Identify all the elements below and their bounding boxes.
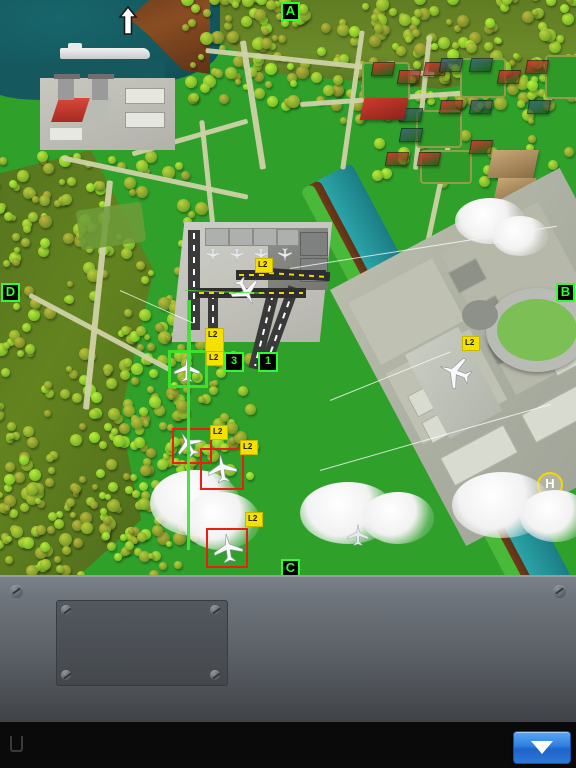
- panel-screw-tr: [553, 585, 566, 598]
- edge-marker-b[interactable]: B: [556, 283, 575, 302]
- panel-screw-tl: [10, 585, 23, 598]
- drag-handle-icon[interactable]: [10, 736, 23, 752]
- selection-box-alert-2[interactable]: [200, 448, 244, 490]
- marker-tag-L2-runway-label: L2: [208, 330, 218, 339]
- edge-marker-a[interactable]: A: [281, 2, 300, 21]
- map-viewport[interactable]: H L2 3 1 L2 L2 L2 L2 L2 L2 A B C D: [0, 0, 576, 575]
- triangle-down-icon: [531, 741, 553, 754]
- edge-marker-d[interactable]: D: [1, 283, 20, 302]
- marker-tag-alert-3[interactable]: L2: [245, 512, 263, 527]
- selection-box-alert-3[interactable]: [206, 528, 248, 568]
- marker-tag-alert-2[interactable]: L2: [240, 440, 258, 455]
- marker-tag-L2-city-label: L2: [465, 338, 475, 347]
- menu-down-button[interactable]: [513, 731, 571, 764]
- edge-marker-c[interactable]: C: [281, 559, 300, 575]
- plate-screw-tr: [210, 605, 220, 615]
- game-screen: H L2 3 1 L2 L2 L2 L2 L2 L2 A B C D: [0, 0, 576, 768]
- plate-screw-br: [210, 670, 220, 680]
- selected-flight-path: [187, 350, 190, 550]
- plate-screw-bl: [61, 670, 71, 680]
- marker-tag-3-label: 3: [230, 355, 238, 367]
- marker-tag-L2-selected[interactable]: L2: [206, 351, 224, 366]
- marker-tag-1[interactable]: 1: [258, 352, 278, 372]
- marker-tag-alert-1[interactable]: L2: [210, 425, 228, 440]
- footer-bar: [0, 722, 576, 768]
- marker-tag-3[interactable]: 3: [224, 352, 244, 372]
- marker-tag-1-label: 1: [264, 355, 272, 367]
- north-arrow-icon: [118, 5, 138, 36]
- marker-tag-L2-city[interactable]: L2: [462, 336, 480, 351]
- gauge-plate: [56, 600, 228, 686]
- marker-tag-L2-runway[interactable]: L2: [205, 328, 224, 352]
- cloud-layer: [0, 0, 576, 575]
- marker-tag-L2-terminal[interactable]: L2: [255, 258, 273, 273]
- plate-screw-tl: [61, 605, 71, 615]
- marker-tag-L2-terminal-label: L2: [258, 260, 268, 269]
